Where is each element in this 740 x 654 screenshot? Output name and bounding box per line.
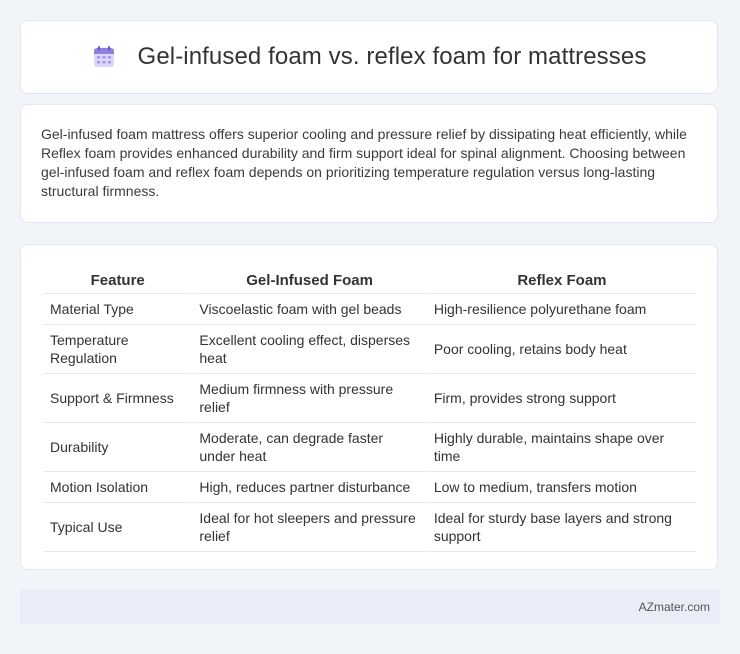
footer-brand: AZmater.com xyxy=(638,600,710,614)
reflex-foam-cell: Highly durable, maintains shape over tim… xyxy=(427,423,696,472)
reflex-foam-cell: Low to medium, transfers motion xyxy=(427,472,696,503)
reflex-foam-cell: Firm, provides strong support xyxy=(427,374,696,423)
reflex-foam-cell: Ideal for sturdy base layers and strong … xyxy=(427,503,696,552)
table-row: Support & Firmness Medium firmness with … xyxy=(44,374,696,423)
page-title: Gel-infused foam vs. reflex foam for mat… xyxy=(137,43,647,70)
table-row: Temperature Regulation Excellent cooling… xyxy=(44,325,696,374)
reflex-foam-cell: Poor cooling, retains body heat xyxy=(427,325,696,374)
feature-cell: Material Type xyxy=(44,294,192,325)
table-row: Typical Use Ideal for hot sleepers and p… xyxy=(44,503,696,552)
gel-foam-cell: Medium firmness with pressure relief xyxy=(193,374,426,423)
header-feature: Feature xyxy=(44,265,192,294)
feature-cell: Typical Use xyxy=(44,503,192,552)
reflex-foam-cell: High-resilience polyurethane foam xyxy=(427,294,696,325)
header-gel-infused-foam: Gel-Infused Foam xyxy=(193,265,426,294)
comparison-table: Feature Gel-Infused Foam Reflex Foam Mat… xyxy=(42,265,698,552)
footer: AZmater.com xyxy=(20,590,720,624)
gel-foam-cell: Ideal for hot sleepers and pressure reli… xyxy=(193,503,426,552)
title-card: Gel-infused foam vs. reflex foam for mat… xyxy=(20,20,718,94)
table-row: Material Type Viscoelastic foam with gel… xyxy=(44,294,696,325)
summary-card: Gel-infused foam mattress offers superio… xyxy=(20,104,718,223)
gel-foam-cell: Excellent cooling effect, disperses heat xyxy=(193,325,426,374)
table-row: Durability Moderate, can degrade faster … xyxy=(44,423,696,472)
gel-foam-cell: Viscoelastic foam with gel beads xyxy=(193,294,426,325)
feature-cell: Durability xyxy=(44,423,192,472)
gel-foam-cell: High, reduces partner disturbance xyxy=(193,472,426,503)
feature-cell: Support & Firmness xyxy=(44,374,192,423)
summary-text: Gel-infused foam mattress offers superio… xyxy=(41,126,687,199)
header-reflex-foam: Reflex Foam xyxy=(427,265,696,294)
table-row: Motion Isolation High, reduces partner d… xyxy=(44,472,696,503)
feature-cell: Temperature Regulation xyxy=(44,325,192,374)
feature-cell: Motion Isolation xyxy=(44,472,192,503)
calendar-icon xyxy=(92,45,116,69)
table-header-row: Feature Gel-Infused Foam Reflex Foam xyxy=(44,265,696,294)
comparison-table-card: Feature Gel-Infused Foam Reflex Foam Mat… xyxy=(20,244,718,570)
gel-foam-cell: Moderate, can degrade faster under heat xyxy=(193,423,426,472)
